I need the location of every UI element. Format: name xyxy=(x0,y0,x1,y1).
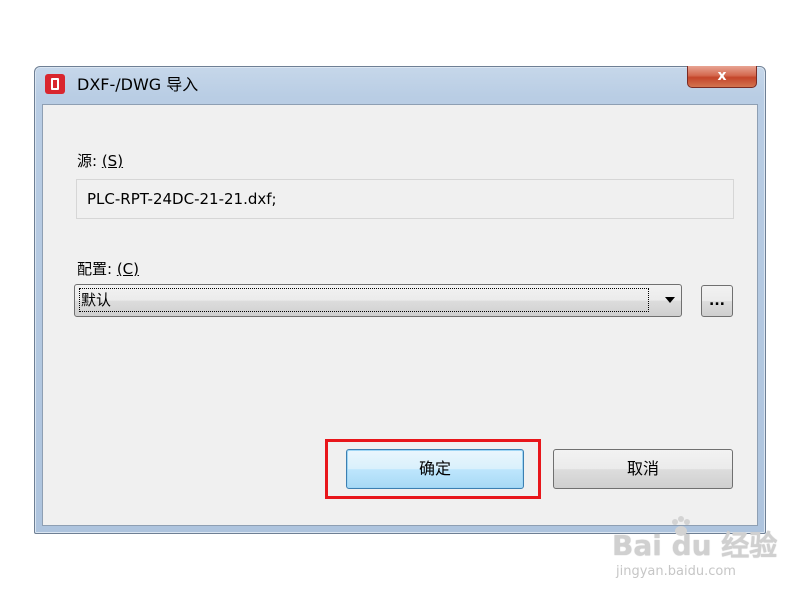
window-title: DXF-/DWG 导入 xyxy=(77,75,199,94)
config-mnemonic: (C) xyxy=(116,260,140,278)
source-label-text: 源: xyxy=(77,152,102,170)
title-bar[interactable]: DXF-/DWG 导入 x xyxy=(35,66,765,103)
config-label: 配置: (C) xyxy=(77,260,139,278)
cancel-button[interactable]: 取消 xyxy=(553,449,733,489)
watermark-logo: Bai du 经验 xyxy=(612,529,778,562)
dialog-body: 源: (S) PLC-RPT-24DC-21-21.dxf; 配置: (C) 默… xyxy=(42,104,758,526)
chevron-down-icon[interactable] xyxy=(665,297,675,303)
source-field[interactable]: PLC-RPT-24DC-21-21.dxf; xyxy=(76,179,734,219)
ok-button[interactable]: 确定 xyxy=(346,449,524,489)
app-logo-icon xyxy=(45,74,65,94)
import-dialog: DXF-/DWG 导入 x 源: (S) PLC-RPT-24DC-21-21.… xyxy=(34,66,766,534)
browse-config-button[interactable]: ... xyxy=(701,285,733,317)
watermark: Bai du 经验 jingyan.baidu.com xyxy=(612,516,788,582)
close-button[interactable]: x xyxy=(687,66,757,88)
watermark-url: jingyan.baidu.com xyxy=(616,564,736,579)
source-label: 源: (S) xyxy=(77,152,123,170)
config-selected-value: 默认 xyxy=(79,288,649,312)
config-select[interactable]: 默认 xyxy=(74,284,682,317)
config-label-text: 配置: xyxy=(77,260,117,278)
source-mnemonic: (S) xyxy=(101,152,124,170)
close-icon[interactable]: x xyxy=(717,68,726,84)
